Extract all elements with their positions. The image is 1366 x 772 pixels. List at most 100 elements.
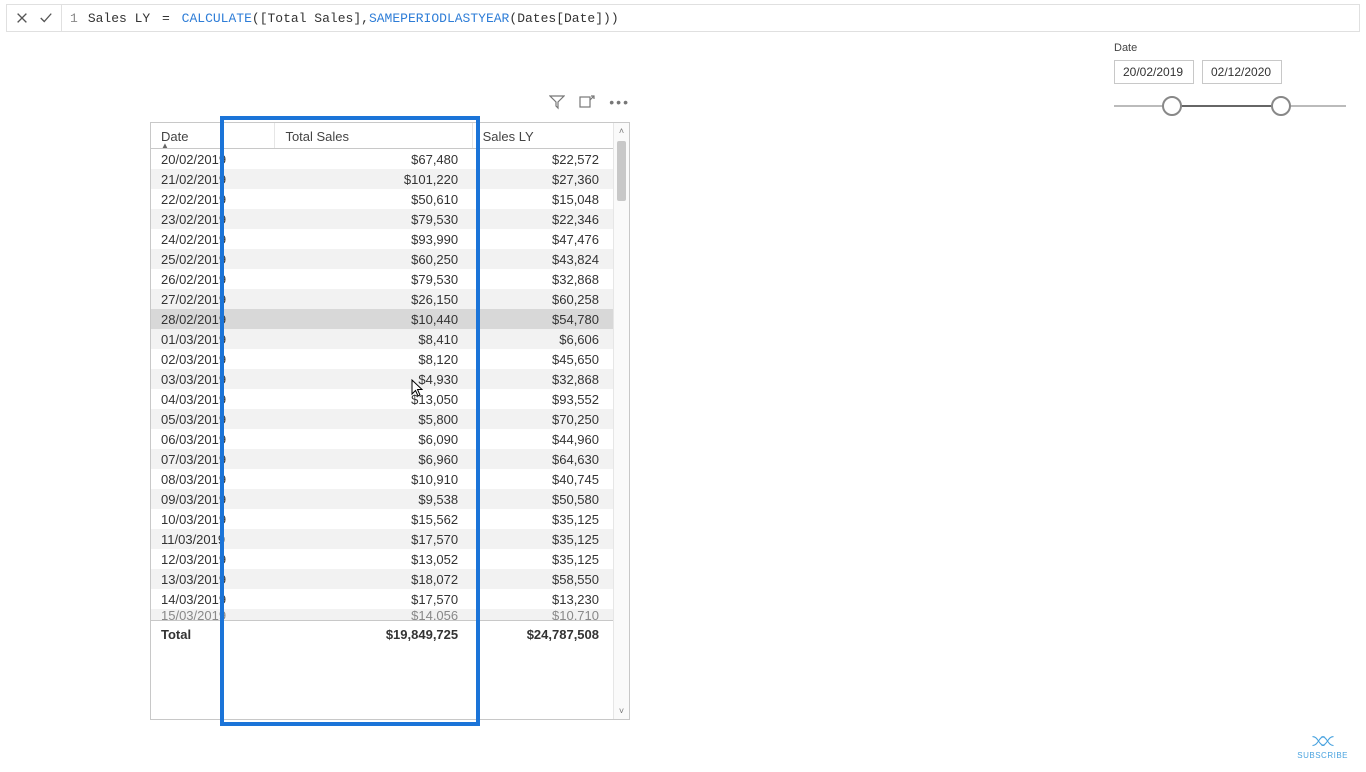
- col-header-date[interactable]: Date ▲: [151, 123, 275, 149]
- table-row[interactable]: 11/03/2019$17,570$35,125: [151, 529, 613, 549]
- slider-handle-from[interactable]: [1162, 96, 1182, 116]
- cell-total-sales: $79,530: [275, 269, 472, 289]
- cell-sales-ly: $40,745: [472, 469, 613, 489]
- table-row[interactable]: 22/02/2019$50,610$15,048: [151, 189, 613, 209]
- sort-asc-icon: ▲: [161, 141, 169, 150]
- cell-date: 23/02/2019: [151, 209, 275, 229]
- table-row[interactable]: 02/03/2019$8,120$45,650: [151, 349, 613, 369]
- cell-total-sales: $10,440: [275, 309, 472, 329]
- cell-total-sales: $15,562: [275, 509, 472, 529]
- cell-date: 24/02/2019: [151, 229, 275, 249]
- table-row[interactable]: 26/02/2019$79,530$32,868: [151, 269, 613, 289]
- dna-icon: [1311, 733, 1335, 749]
- scroll-down-arrow[interactable]: ˅: [614, 703, 629, 719]
- table-total-row: Total $19,849,725 $24,787,508: [151, 620, 613, 648]
- cell-total-sales: $17,570: [275, 589, 472, 609]
- cell-total-sales: $6,960: [275, 449, 472, 469]
- cell-total-sales: $6,090: [275, 429, 472, 449]
- scroll-up-arrow[interactable]: ˄: [614, 123, 629, 139]
- table-row[interactable]: 03/03/2019$4,930$32,868: [151, 369, 613, 389]
- formula-func-calculate: CALCULATE: [182, 11, 252, 26]
- table-container: Date ▲ Total Sales Sales LY 20/02/2019$6…: [150, 122, 630, 720]
- table-header-row: Date ▲ Total Sales Sales LY: [151, 123, 613, 149]
- cell-date: 02/03/2019: [151, 349, 275, 369]
- cell-sales-ly: $13,230: [472, 589, 613, 609]
- table-row[interactable]: 07/03/2019$6,960$64,630: [151, 449, 613, 469]
- cell-date: 01/03/2019: [151, 329, 275, 349]
- table-row[interactable]: 27/02/2019$26,150$60,258: [151, 289, 613, 309]
- table-row[interactable]: 10/03/2019$15,562$35,125: [151, 509, 613, 529]
- cell-sales-ly: $35,125: [472, 509, 613, 529]
- formula-actions: [7, 5, 62, 31]
- slider-handle-to[interactable]: [1271, 96, 1291, 116]
- table-row[interactable]: 21/02/2019$101,220$27,360: [151, 169, 613, 189]
- slicer-from-date[interactable]: 20/02/2019: [1114, 60, 1194, 84]
- cell-date: 05/03/2019: [151, 409, 275, 429]
- cell-sales-ly: $64,630: [472, 449, 613, 469]
- cancel-formula-icon[interactable]: [15, 11, 29, 25]
- subscribe-label: SUBSCRIBE: [1297, 751, 1348, 760]
- subscribe-badge[interactable]: SUBSCRIBE: [1297, 733, 1348, 760]
- cell-date: 22/02/2019: [151, 189, 275, 209]
- filter-icon[interactable]: [549, 94, 565, 110]
- vertical-scrollbar[interactable]: ˄ ˅: [613, 123, 629, 719]
- table-row[interactable]: 23/02/2019$79,530$22,346: [151, 209, 613, 229]
- cell-total-sales: $101,220: [275, 169, 472, 189]
- table-row[interactable]: 06/03/2019$6,090$44,960: [151, 429, 613, 449]
- slicer-to-date[interactable]: 02/12/2020: [1202, 60, 1282, 84]
- cell-date: 10/03/2019: [151, 509, 275, 529]
- cell-sales-ly: $27,360: [472, 169, 613, 189]
- table-row[interactable]: 13/03/2019$18,072$58,550: [151, 569, 613, 589]
- slicer-range-slider[interactable]: [1114, 94, 1346, 118]
- col-header-sales-ly[interactable]: Sales LY: [472, 123, 613, 149]
- table-row[interactable]: 25/02/2019$60,250$43,824: [151, 249, 613, 269]
- table-visual[interactable]: ••• Date ▲ Total Sales Sales LY 20/02/20…: [150, 122, 630, 720]
- cell-sales-ly: $6,606: [472, 329, 613, 349]
- cell-sales-ly: $93,552: [472, 389, 613, 409]
- table-row[interactable]: 12/03/2019$13,052$35,125: [151, 549, 613, 569]
- table-row[interactable]: 05/03/2019$5,800$70,250: [151, 409, 613, 429]
- cell-date: 14/03/2019: [151, 589, 275, 609]
- slider-track-fill: [1172, 105, 1281, 107]
- table-row[interactable]: 01/03/2019$8,410$6,606: [151, 329, 613, 349]
- cell-sales-ly: $70,250: [472, 409, 613, 429]
- table-row[interactable]: 20/02/2019$67,480$22,572: [151, 149, 613, 170]
- cell-sales-ly: $22,572: [472, 149, 613, 170]
- col-header-total-sales[interactable]: Total Sales: [275, 123, 472, 149]
- formula-line-number: 1: [70, 11, 78, 26]
- table-row[interactable]: 24/02/2019$93,990$47,476: [151, 229, 613, 249]
- cell-total-sales: $93,990: [275, 229, 472, 249]
- cell-total-sales: $50,610: [275, 189, 472, 209]
- formula-input[interactable]: 1 Sales LY = CALCULATE ( [Total Sales] ,…: [62, 5, 1359, 31]
- table-row[interactable]: 14/03/2019$17,570$13,230: [151, 589, 613, 609]
- focus-mode-icon[interactable]: [579, 94, 595, 110]
- cell-sales-ly: $22,346: [472, 209, 613, 229]
- cell-date: 09/03/2019: [151, 489, 275, 509]
- cell-total-sales: $17,570: [275, 529, 472, 549]
- cell-date: 27/02/2019: [151, 289, 275, 309]
- commit-formula-icon[interactable]: [39, 11, 53, 25]
- cell-sales-ly: $32,868: [472, 369, 613, 389]
- table-row[interactable]: 09/03/2019$9,538$50,580: [151, 489, 613, 509]
- table-row-partial: 15/03/2019$14,056$10,710: [151, 609, 613, 620]
- cell-total-sales: $26,150: [275, 289, 472, 309]
- total-salesly-value: $24,787,508: [472, 620, 613, 648]
- cell-sales-ly: $54,780: [472, 309, 613, 329]
- formula-equals: =: [162, 11, 170, 26]
- cell-date: 07/03/2019: [151, 449, 275, 469]
- cell-total-sales: $5,800: [275, 409, 472, 429]
- data-table: Date ▲ Total Sales Sales LY 20/02/2019$6…: [151, 123, 613, 648]
- total-label: Total: [151, 620, 275, 648]
- table-row[interactable]: 08/03/2019$10,910$40,745: [151, 469, 613, 489]
- cell-date: 11/03/2019: [151, 529, 275, 549]
- cell-date: 28/02/2019: [151, 309, 275, 329]
- cell-sales-ly: $35,125: [472, 549, 613, 569]
- cell-sales-ly: $43,824: [472, 249, 613, 269]
- scrollbar-thumb[interactable]: [617, 141, 626, 201]
- table-row[interactable]: 04/03/2019$13,050$93,552: [151, 389, 613, 409]
- slicer-date-inputs: 20/02/2019 02/12/2020: [1110, 60, 1350, 84]
- table-row[interactable]: 28/02/2019$10,440$54,780: [151, 309, 613, 329]
- cell-date: 26/02/2019: [151, 269, 275, 289]
- more-options-icon[interactable]: •••: [609, 94, 630, 110]
- cell-sales-ly: $50,580: [472, 489, 613, 509]
